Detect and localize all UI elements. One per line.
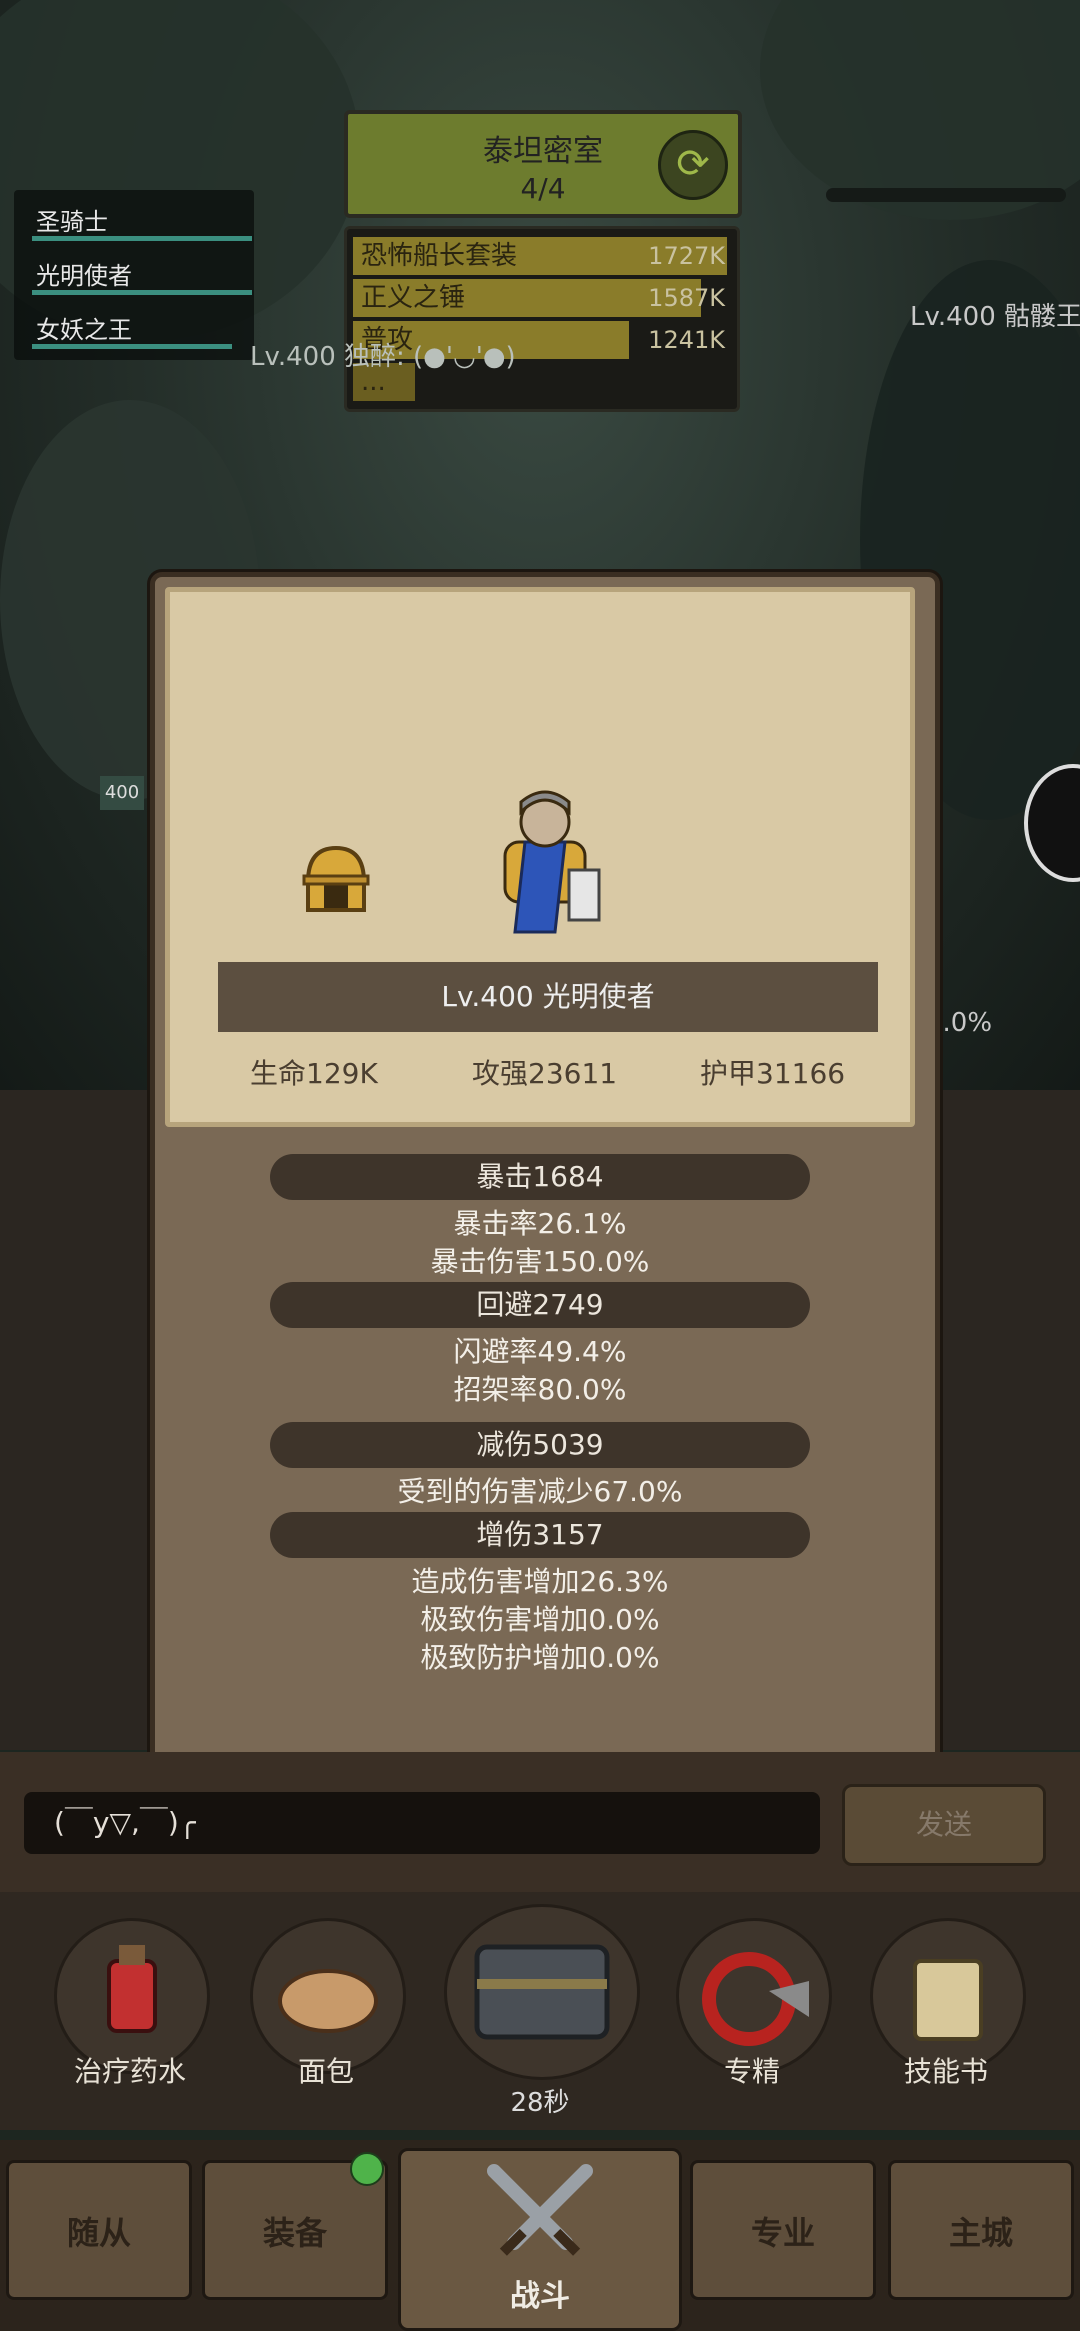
chat-input[interactable]: (￣y▽,￣)╭	[24, 1792, 820, 1854]
ultimate-damage: 极致伤害增加0.0%	[420, 1603, 660, 1636]
helmet-icon	[302, 845, 370, 912]
rank-value: 1727K	[648, 242, 725, 270]
hero-name-banner: Lv.400 光明使者	[218, 962, 878, 1032]
crit-rate: 暴击率26.1%	[453, 1207, 627, 1240]
dodge-rate: 闪避率49.4%	[453, 1335, 627, 1368]
notification-dot-icon	[350, 2152, 384, 2186]
skill-book-label: 技能书	[903, 2055, 988, 2088]
swap-icon[interactable]: ⟳	[658, 130, 728, 200]
party-list: 圣骑士 光明使者 女妖之王	[14, 190, 254, 360]
crossed-swords-icon	[487, 2164, 593, 2256]
dungeon-info: 泰坦密室 4/4 ⟳	[344, 110, 742, 218]
specialty-label: 专精	[723, 2055, 780, 2088]
damage-dealt: 造成伤害增加26.3%	[411, 1565, 669, 1598]
nav-battle-label: 战斗	[510, 2279, 570, 2314]
rank-value: 1241K	[648, 326, 725, 354]
nav-specialty[interactable]: 专业	[690, 2160, 876, 2300]
treasure-chest-icon[interactable]	[444, 1904, 640, 2080]
enemy-hp-bar	[826, 188, 1066, 202]
crit-damage: 暴击伤害150.0%	[430, 1245, 650, 1278]
hero-hp: 生命129K	[250, 1057, 378, 1090]
ultimate-defense: 极致防护增加0.0%	[420, 1641, 660, 1674]
chat-bubble: Lv.400 独醉: (●'◡'●)	[250, 342, 516, 372]
parry-rate: 招架率80.0%	[453, 1373, 627, 1406]
hero-sprite-icon	[503, 790, 601, 934]
nav-battle[interactable]: 战斗	[398, 2148, 682, 2331]
party-member[interactable]: 圣骑士	[36, 202, 108, 237]
reduce-header: 减伤5039	[270, 1422, 810, 1468]
damage-ranking: 恐怖船长套装 1727K 正义之锤 1587K 普攻 1241K ...	[344, 226, 740, 412]
bread-label: 面包	[297, 2055, 354, 2088]
enemy-label: Lv.400 骷髅王	[910, 302, 1080, 332]
send-button[interactable]: 发送	[842, 1784, 1046, 1866]
party-member[interactable]: 女妖之王	[36, 310, 132, 345]
party-member[interactable]: 光明使者	[36, 256, 132, 291]
chest-timer: 28秒	[510, 2088, 570, 2118]
level-badge: 400	[100, 776, 144, 810]
potion-label: 治疗药水	[73, 2055, 186, 2088]
hero-card: Lv.400 光明使者 生命129K 攻强23611 护甲31166	[165, 587, 915, 1127]
hero-attack: 攻强23611	[472, 1057, 618, 1090]
rank-value: 1587K	[648, 284, 725, 312]
damage-taken: 受到的伤害减少67.0%	[397, 1475, 683, 1508]
party-hp-bar	[32, 290, 252, 295]
nav-followers[interactable]: 随从	[6, 2160, 192, 2300]
crit-header: 暴击1684	[270, 1154, 810, 1200]
hero-armor: 护甲31166	[700, 1057, 846, 1090]
dodge-header: 回避2749	[270, 1282, 810, 1328]
party-hp-bar	[32, 344, 232, 349]
party-hp-bar	[32, 236, 252, 241]
nav-city[interactable]: 主城	[888, 2160, 1074, 2300]
boost-header: 增伤3157	[270, 1512, 810, 1558]
